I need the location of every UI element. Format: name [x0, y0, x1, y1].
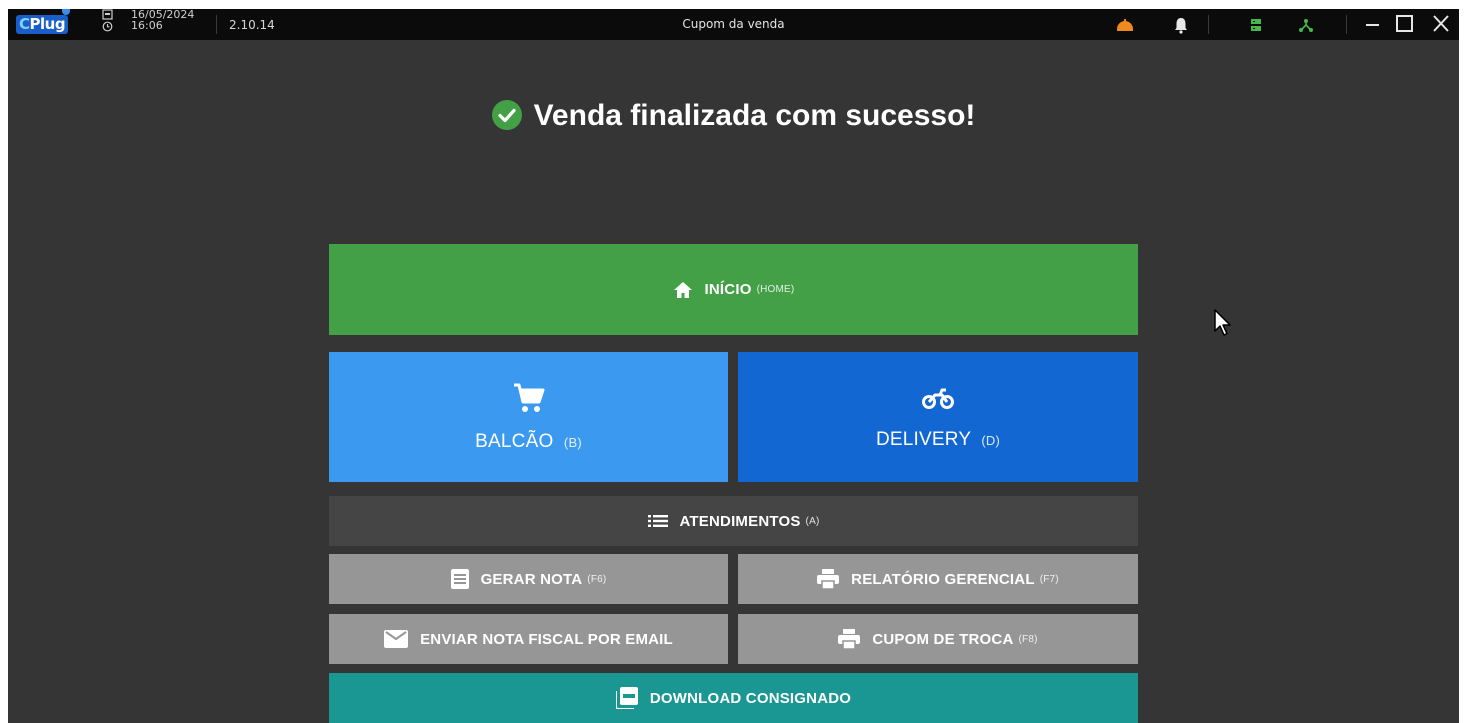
cart-icon: [512, 381, 546, 415]
home-icon: [673, 281, 693, 299]
delivery-shortcut: (D): [981, 433, 1001, 448]
list-icon: [647, 514, 668, 528]
cupom-troca-shortcut: (F8): [1018, 633, 1038, 645]
title-bar: CPlug 16/05/2024 16:06 2.10.14 Cupom da …: [8, 9, 1459, 40]
balcao-button[interactable]: BALCÃO (B): [329, 352, 728, 482]
printer-icon: [817, 569, 840, 589]
atendimentos-shortcut: (A): [805, 515, 820, 527]
cupom-troca-label: CUPOM DE TROCA: [872, 630, 1014, 648]
inicio-shortcut: (HOME): [756, 284, 795, 295]
balcao-label: BALCÃO: [475, 431, 554, 452]
divider: [1346, 15, 1347, 34]
server-status-icon[interactable]: [1246, 15, 1266, 35]
download-label: DOWNLOAD CONSIGNADO: [649, 689, 852, 707]
bell-icon[interactable]: [1171, 15, 1191, 35]
mouse-cursor-icon: [1214, 309, 1231, 336]
email-icon: [384, 630, 409, 648]
relatorio-label: RELATÓRIO GERENCIAL: [851, 570, 1035, 588]
close-icon[interactable]: [1429, 13, 1453, 35]
notification-bell-orange-icon[interactable]: [1115, 15, 1135, 35]
success-text: Venda finalizada com sucesso!: [533, 99, 976, 132]
check-circle-icon: [491, 100, 522, 138]
divider: [1208, 15, 1209, 34]
pdf-icon: [615, 687, 638, 709]
gerar-nota-button[interactable]: GERAR NOTA (F6): [329, 554, 728, 604]
atendimentos-button[interactable]: ATENDIMENTOS (A): [329, 496, 1138, 546]
gerar-nota-shortcut: (F6): [587, 573, 607, 585]
enviar-email-button[interactable]: ENVIAR NOTA FISCAL POR EMAIL: [329, 614, 728, 664]
gerar-nota-label: GERAR NOTA: [480, 570, 583, 588]
network-icon[interactable]: [1296, 15, 1316, 35]
printer-icon: [838, 629, 861, 649]
maximize-icon[interactable]: [1392, 13, 1416, 35]
balcao-shortcut: (B): [563, 435, 582, 450]
motorcycle-icon: [921, 383, 955, 413]
minimize-icon[interactable]: [1361, 13, 1385, 35]
download-consignado-button[interactable]: DOWNLOAD CONSIGNADO: [329, 673, 1138, 723]
atendimentos-label: ATENDIMENTOS: [679, 512, 801, 530]
relatorio-shortcut: (F7): [1039, 573, 1059, 585]
inicio-label: INÍCIO: [704, 281, 752, 298]
success-message: Venda finalizada com sucesso!: [8, 99, 1459, 138]
logo-accent: [62, 9, 70, 15]
window-title: Cupom da venda: [682, 17, 785, 31]
enviar-email-label: ENVIAR NOTA FISCAL POR EMAIL: [420, 630, 673, 648]
document-icon: [450, 569, 469, 589]
delivery-label: DELIVERY: [875, 429, 971, 450]
inicio-button[interactable]: INÍCIO (HOME): [329, 244, 1138, 335]
delivery-button[interactable]: DELIVERY (D): [738, 352, 1138, 482]
app-window: CPlug 16/05/2024 16:06 2.10.14 Cupom da …: [8, 9, 1459, 723]
cupom-troca-button[interactable]: CUPOM DE TROCA (F8): [738, 614, 1138, 664]
relatorio-gerencial-button[interactable]: RELATÓRIO GERENCIAL (F7): [738, 554, 1138, 604]
